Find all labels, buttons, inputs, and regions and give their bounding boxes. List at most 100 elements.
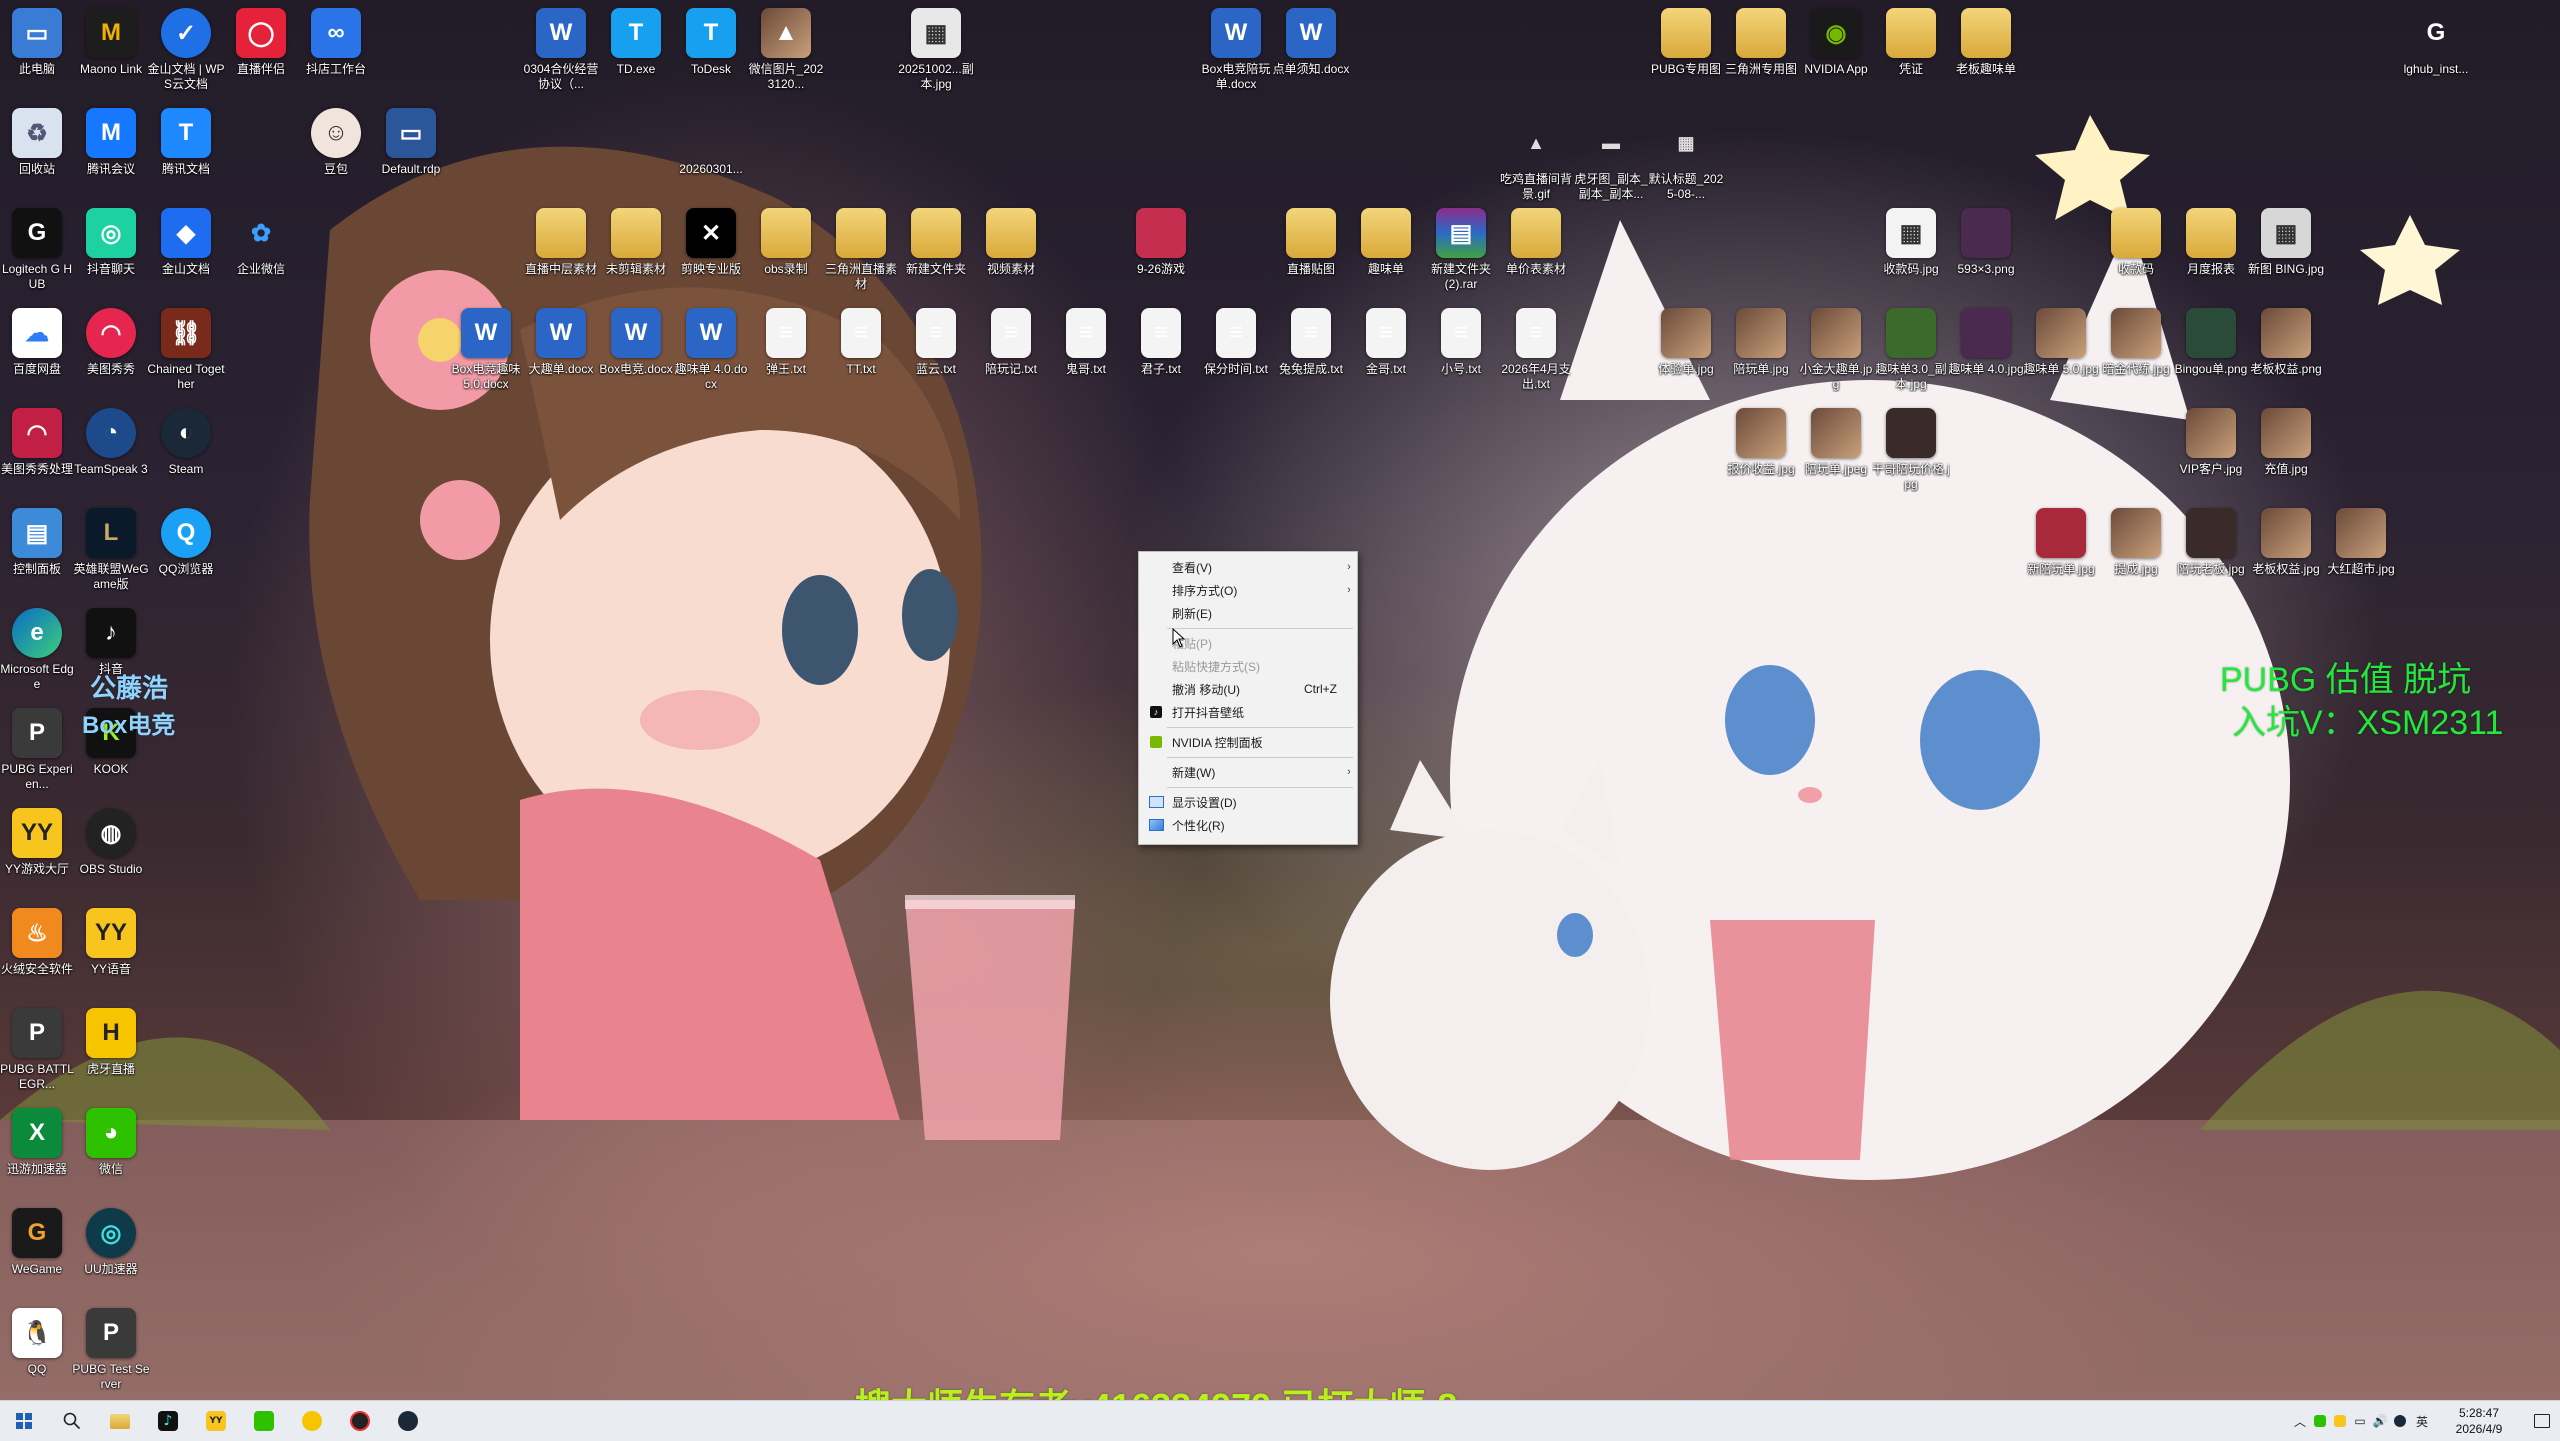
desktop-icon-box-docx[interactable]: W Box电竞陪玩单.docx [1197, 8, 1275, 92]
desktop-icon-meitu-process[interactable]: ◠ 美图秀秀处理 [0, 408, 76, 477]
menu-item-open-douyin-wallpaper[interactable]: ♪ 打开抖音壁纸 [1140, 701, 1356, 723]
desktop-icon-png-2[interactable]: 老板权益.png [2247, 308, 2325, 377]
desktop-icon-douyin[interactable]: ♪ 抖音 [72, 608, 150, 677]
desktop-icon-companion-boss-jpg[interactable]: 陪玩老板.jpg [2172, 508, 2250, 577]
tray-expand-button[interactable]: ︿ [2290, 1401, 2310, 1441]
desktop-icon-maono-link[interactable]: M Maono Link [72, 8, 150, 77]
desktop-icon-txt-4[interactable]: ≡ 陪玩记.txt [972, 308, 1050, 377]
desktop-icon-td-exe[interactable]: T TD.exe [597, 8, 675, 77]
desktop-icon-default-rdp[interactable]: ▭ Default.rdp [372, 108, 450, 177]
desktop-icon-txt-9[interactable]: ≡ 金哥.txt [1347, 308, 1425, 377]
menu-item-display-settings[interactable]: 显示设置(D) [1140, 791, 1356, 813]
desktop-icon-new-companion-jpg[interactable]: 新陪玩单.jpg [2022, 508, 2100, 577]
desktop-icon-price-jpg[interactable]: 干哥陪玩价格.jpg [1872, 408, 1950, 492]
tray-yy[interactable] [2330, 1401, 2350, 1441]
desktop-icon-control-panel[interactable]: ▤ 控制面板 [0, 508, 76, 577]
desktop-icon-supermarket-jpg[interactable]: 大红超市.jpg [2322, 508, 2400, 577]
desktop-icon-monthly-report[interactable]: 月度报表 [2172, 208, 2250, 277]
taskbar-file-explorer[interactable] [96, 1401, 144, 1441]
start-button[interactable] [0, 1401, 48, 1441]
tray-steam[interactable] [2390, 1401, 2410, 1441]
desktop-icon-recycle-bin[interactable]: ♻ 回收站 [0, 108, 76, 177]
desktop-icon-jpg-3[interactable]: 小金大趣单.jpg [1797, 308, 1875, 392]
menu-item-nvidia-control-panel[interactable]: NVIDIA 控制面板 [1140, 731, 1356, 753]
desktop-icon-lghub-installer[interactable]: Glghub_inst... [2397, 8, 2475, 77]
desktop-icon-jpg-7[interactable]: 暗金代练.jpg [2097, 308, 2175, 377]
desktop-icon-nvidia-app[interactable]: ◉ NVIDIA App [1797, 8, 1875, 77]
desktop-icon-rar-archive[interactable]: ▤ 新建文件夹 (2).rar [1422, 208, 1500, 292]
desktop-icon-jpg-5[interactable]: 趣味单 4.0.jpg [1947, 308, 2025, 377]
desktop-icon-chicken-gif[interactable]: ▲ 吃鸡直播间背景.gif [1497, 118, 1575, 202]
desktop-icon-pubg-test-server[interactable]: P PUBG Test Server [72, 1308, 150, 1392]
menu-item-personalize[interactable]: 个性化(R) [1140, 814, 1356, 836]
desktop-icon-quote-jpg[interactable]: 报价收益.jpg [1722, 408, 1800, 477]
desktop-icon-huya[interactable]: H 虎牙直播 [72, 1008, 150, 1077]
desktop-icon-game-926[interactable]: 9-26游戏 [1122, 208, 1200, 277]
desktop-icon-obs-studio[interactable]: ◍ OBS Studio [72, 808, 150, 877]
desktop-icon-live-companion[interactable]: ◯ 直播伴侣 [222, 8, 300, 77]
desktop-icon-txt-11[interactable]: ≡ 2026年4月支出.txt [1497, 308, 1575, 392]
desktop-icon-jpg-1[interactable]: 体验单.jpg [1647, 308, 1725, 377]
desktop-icon-huya-copy[interactable]: ▬ 虎牙图_副本_副本_副本... [1572, 118, 1650, 202]
desktop-icon-doubao[interactable]: ☺ 豆包 [297, 108, 375, 177]
desktop-icon-txt-8[interactable]: ≡ 兔兔提成.txt [1272, 308, 1350, 377]
desktop-icon-order-docx[interactable]: W 点单须知.docx [1272, 8, 1350, 77]
desktop-icon-big-fun-docx[interactable]: W 大趣单.docx [522, 308, 600, 377]
desktop-icon-kingsoft-docs[interactable]: ◆ 金山文档 [147, 208, 225, 277]
desktop-icon-bing-jpg[interactable]: ▦ 新图 BING.jpg [2247, 208, 2325, 277]
desktop-icon-commission-jpg[interactable]: 提成.jpg [2097, 508, 2175, 577]
desktop-icon-chained-together[interactable]: ⛓ Chained Together [147, 308, 225, 392]
taskbar-steam[interactable] [384, 1401, 432, 1441]
desktop-icon-default-title[interactable]: ▦ 默认标题_2025-08-... [1647, 118, 1725, 202]
desktop-icon-yy-game-hall[interactable]: YY YY游戏大厅 [0, 808, 76, 877]
desktop-icon-jpg-4[interactable]: 趣味单3.0_副本.jpg [1872, 308, 1950, 392]
menu-item-view[interactable]: 查看(V) › [1140, 556, 1356, 578]
desktop-icon-unedited-folder[interactable]: 未剪辑素材 [597, 208, 675, 277]
desktop-icon-tencent-docs[interactable]: T 腾讯文档 [147, 108, 225, 177]
desktop-icon-txt-5[interactable]: ≡ 鬼哥.txt [1047, 308, 1125, 377]
desktop-icon-payment-folder[interactable]: 收款码 [2097, 208, 2175, 277]
desktop-icon-boss-rights-jpg[interactable]: 老板权益.jpg [2247, 508, 2325, 577]
desktop-icon-txt-2[interactable]: ≡ TT.txt [822, 308, 900, 377]
desktop-icon-voucher-folder[interactable]: 凭证 [1872, 8, 1950, 77]
desktop-icon-live-stickers[interactable]: 直播贴图 [1272, 208, 1350, 277]
desktop-icon-teamspeak[interactable]: ◔ TeamSpeak 3 [72, 408, 150, 477]
desktop-icon-capcut[interactable]: ✕ 剪映专业版 [672, 208, 750, 277]
desktop-icon-box-fun5-docx[interactable]: W Box电竞趣味5.0.docx [447, 308, 525, 392]
desktop-icon-png-1[interactable]: Bingou单.png [2172, 308, 2250, 377]
menu-item-new[interactable]: 新建(W) › [1140, 761, 1356, 783]
desktop-icon-pubg-folder[interactable]: PUBG专用图 [1647, 8, 1725, 77]
search-button[interactable] [48, 1401, 96, 1441]
desktop-icon-xunyou[interactable]: X 迅游加速器 [0, 1108, 76, 1177]
desktop-icon-txt-3[interactable]: ≡ 蓝云.txt [897, 308, 975, 377]
desktop-icon-qr-jpg[interactable]: ▦ 20251002...副本.jpg [897, 8, 975, 92]
desktop-icon-wps-cloud[interactable]: ✓ 金山文档 | WPS云文档 [147, 8, 225, 92]
menu-item-refresh[interactable]: 刷新(E) [1140, 602, 1356, 624]
desktop-icon-jpg-6[interactable]: 趣味单 5.0.jpg [2022, 308, 2100, 377]
desktop-icon-douyin-shop[interactable]: ∞ 抖店工作台 [297, 8, 375, 77]
desktop-icon-contract-docx[interactable]: W 0304合伙经营协议（... [522, 8, 600, 92]
tray-network[interactable]: ▭ [2350, 1401, 2370, 1441]
desktop-icon-vip-jpg[interactable]: VIP客户.jpg [2172, 408, 2250, 477]
desktop-icon-video-folder[interactable]: 视频素材 [972, 208, 1050, 277]
desktop-icon-box-esports-docx[interactable]: W Box电竞.docx [597, 308, 675, 377]
desktop-icon-live-assets-folder[interactable]: 直播中层素材 [522, 208, 600, 277]
desktop-icon-this-pc[interactable]: ▭ 此电脑 [0, 8, 76, 77]
desktop-icon-new-folder[interactable]: 新建文件夹 [897, 208, 975, 277]
desktop-icon-pubg-experience[interactable]: P PUBG Experien... [0, 708, 76, 792]
desktop-icon-wechat[interactable]: ◕ 微信 [72, 1108, 150, 1177]
desktop-icon-steam[interactable]: ◐ Steam [147, 408, 225, 477]
desktop-icon-price-assets[interactable]: 单价表素材 [1497, 208, 1575, 277]
desktop-icon-txt-10[interactable]: ≡ 小号.txt [1422, 308, 1500, 377]
desktop-icon-txt-7[interactable]: ≡ 保分时间.txt [1197, 308, 1275, 377]
menu-item-sort-by[interactable]: 排序方式(O) › [1140, 579, 1356, 601]
tray-ime[interactable]: 英 [2410, 1401, 2434, 1441]
desktop-icon-baidu-netdisk[interactable]: ☁ 百度网盘 [0, 308, 76, 377]
menu-item-paste-shortcut[interactable]: 粘贴快捷方式(S) [1140, 655, 1356, 677]
tray-volume[interactable]: 🔊 [2370, 1401, 2390, 1441]
desktop-icon-douyin-chat[interactable]: ◎ 抖音聊天 [72, 208, 150, 277]
desktop-icon-txt-1[interactable]: ≡ 弹王.txt [747, 308, 825, 377]
desktop-icon-txt-6[interactable]: ≡ 君子.txt [1122, 308, 1200, 377]
desktop-icon-huorong[interactable]: ♨ 火绒安全软件 [0, 908, 76, 977]
taskbar-clock[interactable]: 5:28:47 2026/4/9 [2434, 1405, 2524, 1437]
